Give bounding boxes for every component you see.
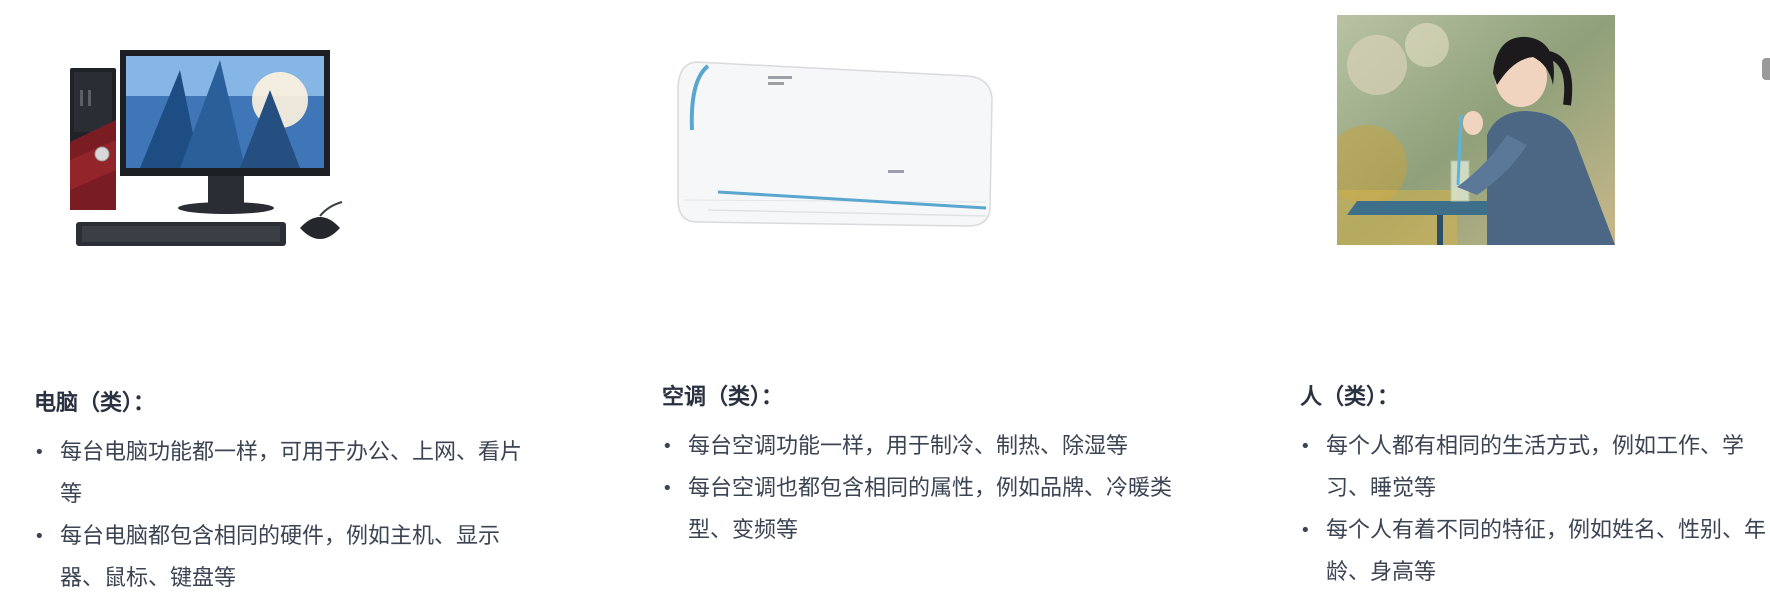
desktop-computer-illustration (70, 50, 390, 260)
air-conditioner-illustration (668, 50, 1008, 240)
person-column: 人（类）： • 每个人都有相同的生活方式，例如工作、学习、睡觉等 • 每个人有着不同… (1280, 0, 1770, 616)
list-item: • 每台电脑功能都一样，可用于办公、上网、看片等 (34, 432, 534, 516)
computer-column: 电脑（类）： • 每台电脑功能都一样，可用于办公、上网、看片等 • 每台电脑都包含相… (0, 0, 620, 616)
person-photo (1337, 15, 1615, 245)
person-text-block: 人（类）： • 每个人都有相同的生活方式，例如工作、学习、睡觉等 • 每个人有着不同… (1300, 382, 1770, 594)
list-item: • 每台电脑都包含相同的硬件，例如主机、显示器、鼠标、键盘等 (34, 516, 534, 600)
list-item: • 每个人都有相同的生活方式，例如工作、学习、睡觉等 (1300, 426, 1770, 510)
list-item: • 每台空调也都包含相同的属性，例如品牌、冷暖类型、变频等 (662, 468, 1202, 552)
list-item: • 每个人有着不同的特征，例如姓名、性别、年龄、身高等 (1300, 510, 1770, 594)
person-heading: 人（类）： (1300, 385, 1400, 410)
bullet: • (34, 442, 45, 463)
bullet: • (662, 436, 673, 457)
list-item: • 每台空调功能一样，用于制冷、制热、除湿等 (662, 426, 1202, 468)
computer-points-list: • 每台电脑功能都一样，可用于办公、上网、看片等 • 每台电脑都包含相同的硬件，例如… (34, 432, 534, 600)
air-conditioner-points-list: • 每台空调功能一样，用于制冷、制热、除湿等 • 每台空调也都包含相同的属性，例如品… (662, 426, 1202, 552)
computer-heading: 电脑（类）： (34, 391, 156, 416)
scrollbar-tab[interactable] (1762, 58, 1770, 80)
computer-text-block: 电脑（类）： • 每台电脑功能都一样，可用于办公、上网、看片等 • 每台电脑都包含相… (34, 388, 534, 600)
air-conditioner-text-block: 空调（类）： • 每台空调功能一样，用于制冷、制热、除湿等 • 每台空调也都包含相同… (662, 382, 1202, 552)
bullet: • (662, 478, 673, 499)
person-points-list: • 每个人都有相同的生活方式，例如工作、学习、睡觉等 • 每个人有着不同的特征，例如… (1300, 426, 1770, 594)
bullet: • (1300, 520, 1311, 541)
bullet: • (1300, 436, 1311, 457)
air-conditioner-heading: 空调（类）： (662, 385, 784, 410)
bullet: • (34, 526, 45, 547)
air-conditioner-column: 空调（类）： • 每台空调功能一样，用于制冷、制热、除湿等 • 每台空调也都包含相同… (640, 0, 1260, 616)
